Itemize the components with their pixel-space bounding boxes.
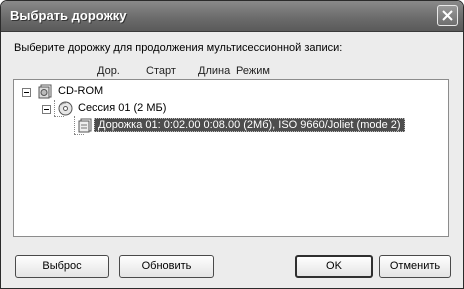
ok-button[interactable]: OK xyxy=(295,255,373,278)
tree-connector xyxy=(74,134,84,135)
refresh-button[interactable]: Обновить xyxy=(119,255,214,278)
track-file-icon xyxy=(78,118,92,133)
reset-button-label: Выброс xyxy=(42,260,82,272)
close-icon xyxy=(442,10,453,21)
column-header-length: Длина xyxy=(198,65,231,77)
cd-disc-icon xyxy=(58,101,73,116)
cancel-button[interactable]: Отменить xyxy=(379,255,451,278)
column-header-start: Старт xyxy=(146,65,176,77)
cd-drive-icon xyxy=(38,84,52,99)
tree-connector xyxy=(54,100,55,116)
tree-node-label-selected: Дорожка 01: 0:02.00 0:08.00 (2Мб), ISO 9… xyxy=(94,118,405,132)
close-button[interactable] xyxy=(437,5,458,26)
tree-node-label: Сессия 01 (2 МБ) xyxy=(78,102,167,114)
title-bar[interactable]: Выбрать дорожку xyxy=(1,1,463,32)
collapse-toggle[interactable] xyxy=(42,105,51,114)
dialog-window: Выбрать дорожку Выберите дорожку для про… xyxy=(0,0,464,289)
column-header-track: Дор. xyxy=(97,65,120,77)
reset-button[interactable]: Выброс xyxy=(15,255,109,278)
ok-button-label: OK xyxy=(326,260,342,272)
column-header-mode: Режим xyxy=(236,65,270,77)
collapse-toggle[interactable] xyxy=(22,88,31,97)
tree-node-label: CD-ROM xyxy=(58,85,104,97)
instruction-text: Выберите дорожку для продолжения мультис… xyxy=(14,42,343,54)
cancel-button-label: Отменить xyxy=(389,260,441,272)
tree-connector xyxy=(54,116,64,117)
track-tree-view[interactable]: CD-ROM Сессия 01 (2 МБ) Дорожка 01: 0:02… xyxy=(13,79,449,237)
refresh-button-label: Обновить xyxy=(141,260,192,272)
tree-connector xyxy=(74,116,75,134)
window-title: Выбрать дорожку xyxy=(10,8,127,23)
